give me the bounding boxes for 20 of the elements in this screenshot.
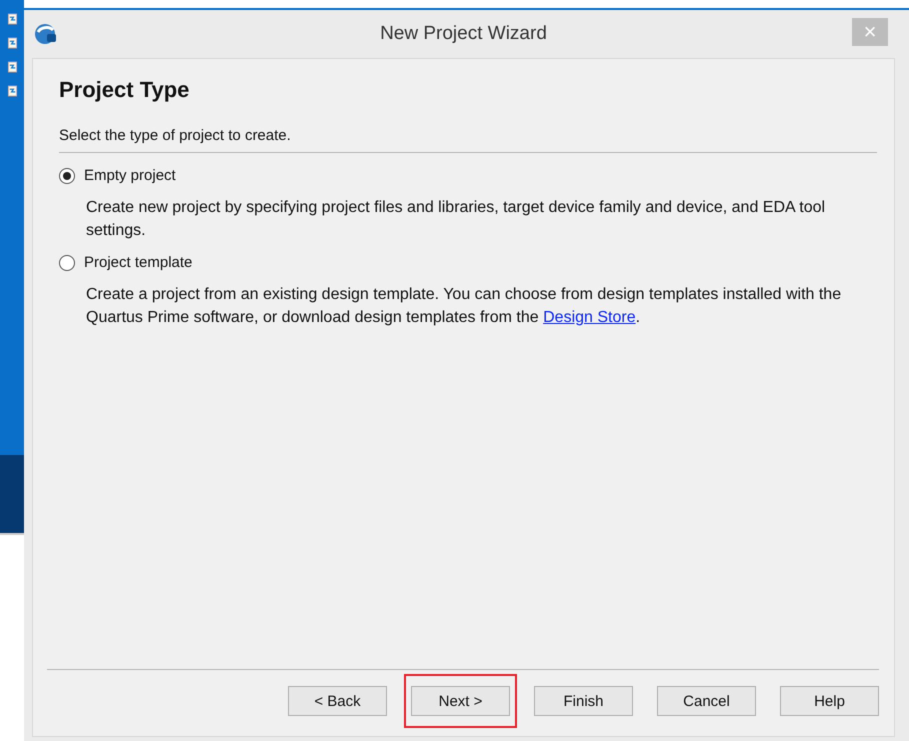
option-description: Create a project from an existing design template. You can choose from design templates installed with the Quartus Prime software, or download design templates from the Design Store. bbox=[86, 285, 842, 328]
wizard-button[interactable]: Finish bbox=[534, 686, 633, 716]
wizard-button[interactable]: Next > bbox=[411, 686, 510, 716]
option-label[interactable]: Project template bbox=[84, 254, 192, 271]
wizard-button[interactable]: Cancel bbox=[657, 686, 756, 716]
app-logo-icon bbox=[34, 22, 58, 46]
file-icon[interactable] bbox=[8, 12, 17, 26]
option-description: Create new project by specifying project files and libraries, target device family and device, and EDA tool settings. bbox=[86, 198, 826, 241]
file-icon[interactable] bbox=[8, 60, 17, 74]
radio-button[interactable] bbox=[59, 168, 75, 184]
page-heading: Project Type bbox=[59, 77, 190, 103]
wizard-button[interactable]: Help bbox=[780, 686, 879, 716]
file-icon[interactable] bbox=[8, 84, 17, 98]
design-store-link[interactable]: Design Store bbox=[543, 309, 636, 326]
window-title: New Project Wizard bbox=[379, 23, 548, 45]
instruction-text: Select the type of project to create. bbox=[59, 127, 292, 144]
option-label[interactable]: Empty project bbox=[84, 167, 176, 184]
file-icon[interactable] bbox=[8, 36, 17, 50]
wizard-button[interactable]: < Back bbox=[288, 686, 387, 716]
radio-button[interactable] bbox=[59, 254, 75, 270]
